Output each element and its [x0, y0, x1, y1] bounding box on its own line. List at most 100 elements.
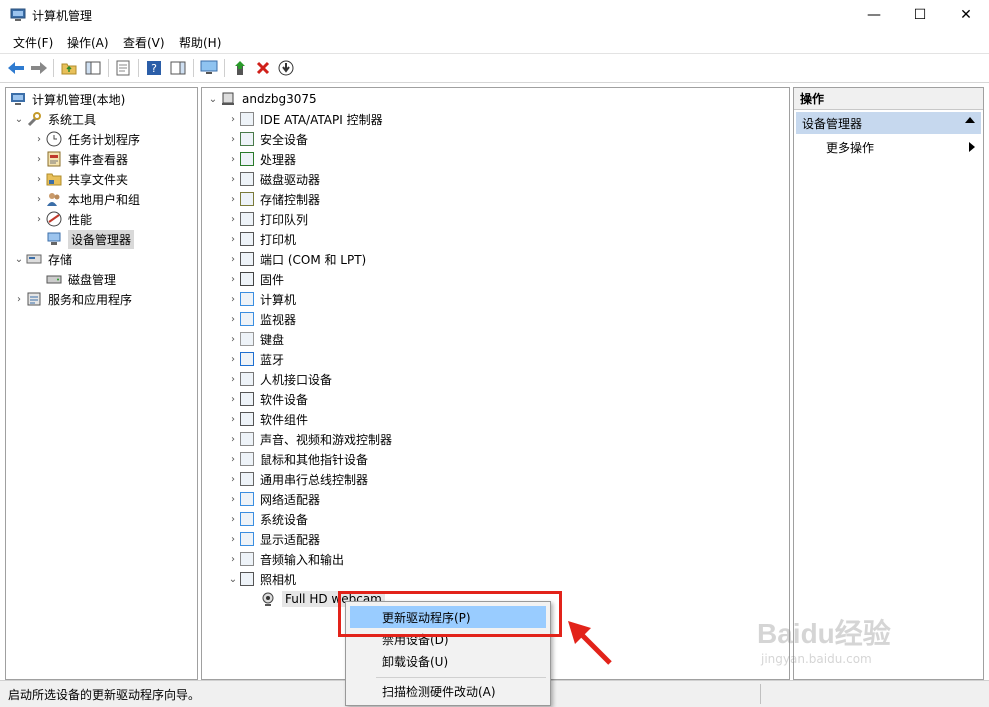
- menu-uninstall-device[interactable]: 卸载设备(U): [350, 650, 546, 672]
- chevron-right-icon[interactable]: ›: [226, 254, 240, 265]
- chevron-right-icon[interactable]: ›: [226, 294, 240, 305]
- device-category[interactable]: › 计算机: [226, 289, 296, 309]
- tree-item-event-viewer[interactable]: › 事件查看器: [32, 149, 128, 169]
- chevron-right-icon[interactable]: ›: [226, 154, 240, 165]
- chevron-right-icon[interactable]: ›: [226, 314, 240, 325]
- chevron-right-icon[interactable]: ›: [226, 514, 240, 525]
- close-button[interactable]: ✕: [943, 0, 989, 30]
- chevron-right-icon[interactable]: ›: [32, 154, 46, 165]
- chevron-right-icon[interactable]: ›: [226, 494, 240, 505]
- chevron-right-icon[interactable]: ›: [32, 214, 46, 225]
- device-category[interactable]: › 鼠标和其他指针设备: [226, 449, 368, 469]
- device-category[interactable]: › 系统设备: [226, 509, 308, 529]
- tree-item-root[interactable]: 计算机管理(本地): [10, 89, 125, 109]
- chevron-right-icon[interactable]: ›: [226, 174, 240, 185]
- device-category[interactable]: › 键盘: [226, 329, 284, 349]
- device-category[interactable]: › IDE ATA/ATAPI 控制器: [226, 109, 383, 129]
- device-category[interactable]: › 监视器: [226, 309, 296, 329]
- tree-item-shared-folders[interactable]: › 共享文件夹: [32, 169, 128, 189]
- chevron-right-icon[interactable]: ›: [226, 474, 240, 485]
- tree-item-local-users[interactable]: › 本地用户和组: [32, 189, 140, 209]
- device-category[interactable]: › 网络适配器: [226, 489, 320, 509]
- device-category[interactable]: › 软件设备: [226, 389, 308, 409]
- tree-item-system-tools[interactable]: ⌄ 系统工具: [12, 109, 96, 129]
- services-icon: [27, 292, 41, 306]
- show-action-pane-icon[interactable]: [168, 58, 188, 78]
- device-category[interactable]: › 处理器: [226, 149, 296, 169]
- chevron-right-icon[interactable]: ›: [32, 134, 46, 145]
- chevron-right-icon[interactable]: ›: [226, 134, 240, 145]
- help-icon[interactable]: ?: [144, 58, 164, 78]
- properties-icon[interactable]: [113, 58, 133, 78]
- device-category[interactable]: › 磁盘驱动器: [226, 169, 320, 189]
- watermark-brand: Baidu经验: [757, 618, 891, 649]
- menu-scan-hardware[interactable]: 扫描检测硬件改动(A): [350, 680, 546, 702]
- device-category-label: 系统设备: [260, 512, 309, 527]
- forward-icon[interactable]: [29, 58, 49, 78]
- chevron-right-icon[interactable]: ›: [226, 554, 240, 565]
- device-category[interactable]: › 存储控制器: [226, 189, 320, 209]
- device-category[interactable]: › 打印队列: [226, 209, 308, 229]
- up-folder-icon[interactable]: [59, 58, 79, 78]
- uninstall-icon[interactable]: [253, 58, 273, 78]
- actions-more[interactable]: 更多操作: [796, 136, 981, 158]
- scan-hardware-icon[interactable]: [276, 58, 296, 78]
- tree-item-services[interactable]: › 服务和应用程序: [12, 289, 132, 309]
- chevron-right-icon[interactable]: ›: [32, 174, 46, 185]
- device-category[interactable]: ⌄ 照相机: [226, 569, 296, 589]
- performance-icon: [46, 211, 62, 227]
- chevron-right-icon[interactable]: ›: [226, 114, 240, 125]
- menu-help[interactable]: 帮助(H): [179, 34, 221, 51]
- maximize-button[interactable]: ☐: [897, 0, 943, 30]
- device-category[interactable]: › 人机接口设备: [226, 369, 332, 389]
- show-tree-icon[interactable]: [83, 58, 103, 78]
- chevron-right-icon[interactable]: ›: [226, 274, 240, 285]
- chevron-right-icon[interactable]: ›: [226, 454, 240, 465]
- collapse-up-icon[interactable]: [965, 117, 975, 123]
- chevron-right-icon[interactable]: ›: [226, 334, 240, 345]
- tree-label: 计算机管理(本地): [32, 92, 126, 107]
- menu-file[interactable]: 文件(F): [13, 34, 53, 51]
- chevron-right-icon[interactable]: ›: [226, 434, 240, 445]
- device-category[interactable]: › 打印机: [226, 229, 296, 249]
- chevron-right-icon[interactable]: ›: [226, 354, 240, 365]
- chevron-right-icon[interactable]: ›: [226, 414, 240, 425]
- chevron-down-icon[interactable]: ⌄: [12, 114, 26, 125]
- monitor-icon[interactable]: [199, 58, 219, 78]
- tree-item-device-manager[interactable]: 设备管理器: [46, 229, 135, 249]
- device-category[interactable]: › 端口 (COM 和 LPT): [226, 249, 366, 269]
- chevron-down-icon[interactable]: ⌄: [206, 94, 220, 105]
- svg-text:?: ?: [151, 62, 157, 75]
- device-category-label: 通用串行总线控制器: [260, 472, 369, 487]
- chevron-right-icon[interactable]: ›: [226, 234, 240, 245]
- device-category[interactable]: › 显示适配器: [226, 529, 320, 549]
- chevron-right-icon[interactable]: ›: [226, 214, 240, 225]
- tree-item-disk-management[interactable]: 磁盘管理: [46, 269, 116, 289]
- device-category[interactable]: › 通用串行总线控制器: [226, 469, 368, 489]
- actions-section-device-manager[interactable]: 设备管理器: [796, 112, 981, 134]
- chevron-right-icon[interactable]: ›: [32, 194, 46, 205]
- menu-action[interactable]: 操作(A): [67, 34, 109, 51]
- tree-item-performance[interactable]: › 性能: [32, 209, 92, 229]
- update-driver-icon[interactable]: [230, 58, 250, 78]
- device-tree-root[interactable]: ⌄ andzbg3075: [206, 89, 317, 109]
- device-category-icon: [240, 232, 254, 246]
- device-category[interactable]: › 音频输入和输出: [226, 549, 344, 569]
- device-category[interactable]: › 安全设备: [226, 129, 308, 149]
- chevron-right-icon[interactable]: ›: [226, 194, 240, 205]
- device-category[interactable]: › 声音、视频和游戏控制器: [226, 429, 392, 449]
- device-category[interactable]: › 软件组件: [226, 409, 308, 429]
- device-category[interactable]: › 蓝牙: [226, 349, 284, 369]
- tree-item-storage[interactable]: ⌄ 存储: [12, 249, 72, 269]
- back-icon[interactable]: [6, 58, 26, 78]
- chevron-right-icon[interactable]: ›: [12, 294, 26, 305]
- chevron-right-icon[interactable]: ›: [226, 394, 240, 405]
- chevron-down-icon[interactable]: ⌄: [226, 574, 240, 585]
- tree-item-task-scheduler[interactable]: › 任务计划程序: [32, 129, 140, 149]
- chevron-down-icon[interactable]: ⌄: [12, 254, 26, 265]
- chevron-right-icon[interactable]: ›: [226, 534, 240, 545]
- chevron-right-icon[interactable]: ›: [226, 374, 240, 385]
- minimize-button[interactable]: —: [851, 0, 897, 30]
- device-category[interactable]: › 固件: [226, 269, 284, 289]
- menu-view[interactable]: 查看(V): [123, 34, 165, 51]
